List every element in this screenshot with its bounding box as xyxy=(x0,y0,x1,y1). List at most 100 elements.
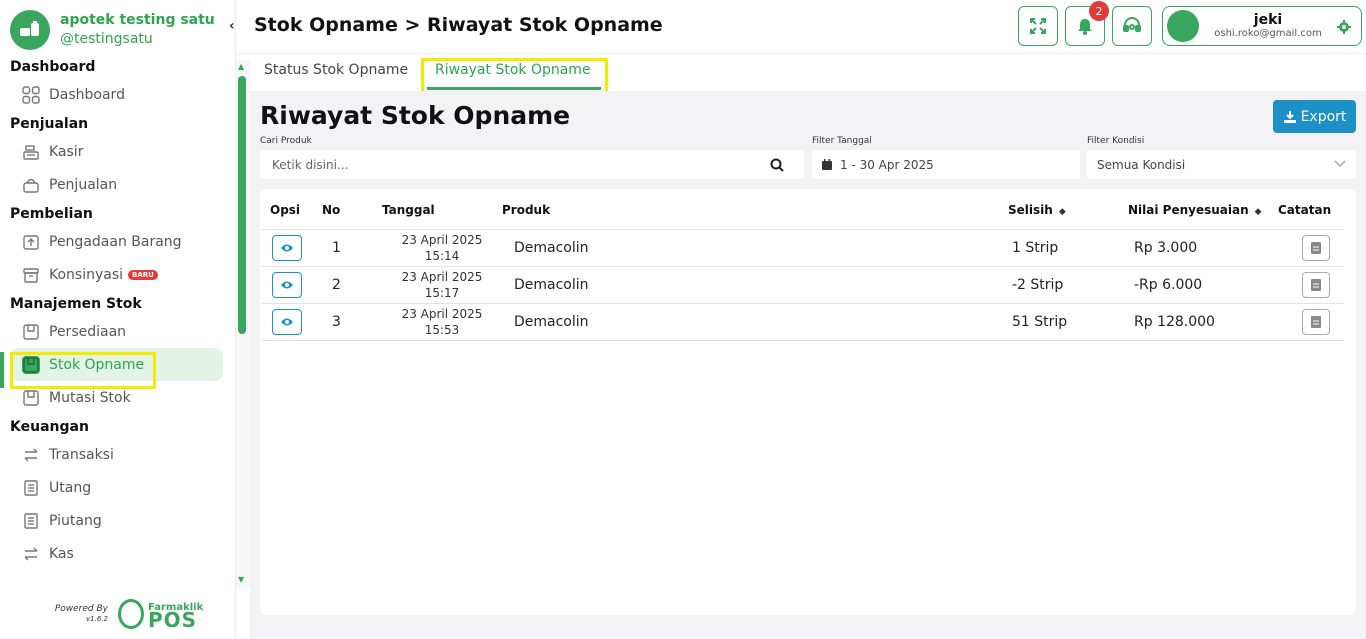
sort-icon[interactable]: ◆ xyxy=(1255,207,1262,217)
package-icon xyxy=(22,323,40,341)
user-menu[interactable]: jeki oshi.roko@gmail.com xyxy=(1162,6,1362,46)
eye-icon xyxy=(281,318,293,325)
sidebar-item-label: Persediaan xyxy=(49,323,127,340)
gear-icon[interactable] xyxy=(1337,19,1351,38)
highlight-box-sidebar xyxy=(10,352,156,389)
history-table-card: Opsi No Tanggal Produk Selisih ◆ Nilai Pe… xyxy=(260,189,1356,615)
col-nilai-penyesuaian: Nilai Penyesuaian xyxy=(1128,202,1249,217)
sort-icon[interactable]: ◆ xyxy=(1059,207,1066,217)
active-indicator xyxy=(0,352,4,388)
row-product: Demacolin xyxy=(502,266,1008,304)
scroll-up-arrow-icon[interactable]: ▲ xyxy=(238,62,244,71)
note-button[interactable] xyxy=(1302,271,1330,298)
section-keuangan: Keuangan xyxy=(10,419,89,435)
sidebar-item-dashboard[interactable]: Dashboard xyxy=(0,78,236,111)
sidebar-item-penjualan[interactable]: Penjualan xyxy=(0,168,236,201)
table-row: 1 23 April 2025 15:14 Demacolin 1 Strip R… xyxy=(262,229,1344,267)
row-diff: 51 Strip xyxy=(1008,303,1128,341)
condition-select-value: Semua Kondisi xyxy=(1097,157,1186,172)
product-search-field[interactable]: Ketik disini... xyxy=(260,150,804,179)
scroll-down-arrow-icon[interactable]: ▼ xyxy=(238,575,244,584)
date-filter-value: 1 - 30 Apr 2025 xyxy=(840,157,934,172)
sidebar-item-label: Kasir xyxy=(49,143,84,160)
row-diff: 1 Strip xyxy=(1008,229,1128,267)
view-detail-button[interactable] xyxy=(272,271,302,298)
package-icon xyxy=(22,389,40,407)
sidebar-item-label: Pengadaan Barang xyxy=(49,233,182,250)
sidebar-item-kasir[interactable]: Kasir xyxy=(0,135,236,168)
farmaklik-logo: Farmaklik POS xyxy=(118,599,203,632)
export-label: Export xyxy=(1300,108,1347,125)
page-title: Stok Opname > Riwayat Stok Opname xyxy=(254,14,663,36)
condition-select[interactable]: Semua Kondisi xyxy=(1087,150,1356,179)
collapse-sidebar-icon[interactable]: ‹ xyxy=(229,18,235,34)
sidebar-item-utang[interactable]: Utang xyxy=(0,471,236,504)
tab-status-stok-opname[interactable]: Status Stok Opname xyxy=(264,62,408,78)
row-product: Demacolin xyxy=(502,229,1008,267)
row-value: Rp 3.000 xyxy=(1128,229,1278,267)
powered-by: Powered By v1.6.2 xyxy=(50,604,108,624)
search-icon[interactable] xyxy=(770,158,784,172)
sidebar-item-label: Piutang xyxy=(49,512,102,529)
sidebar-scroll-thumb[interactable] xyxy=(238,76,246,334)
history-table: Opsi No Tanggal Produk Selisih ◆ Nilai Pe… xyxy=(262,189,1344,341)
note-button[interactable] xyxy=(1302,234,1330,261)
store-handle: @testingsatu xyxy=(60,31,153,47)
row-date: 23 April 2025 xyxy=(401,232,483,247)
highlight-box-tab xyxy=(421,58,608,94)
col-selisih: Selisih xyxy=(1008,202,1053,217)
sidebar-item-pengadaan-barang[interactable]: Pengadaan Barang xyxy=(0,225,236,258)
col-nilai-header[interactable]: Nilai Penyesuaian ◆ xyxy=(1128,189,1278,230)
export-button[interactable]: Export xyxy=(1273,100,1356,133)
row-value: -Rp 6.000 xyxy=(1128,266,1278,304)
basket-icon xyxy=(22,176,40,194)
row-no: 2 xyxy=(322,266,382,304)
archive-icon xyxy=(22,266,40,284)
sidebar-item-persediaan[interactable]: Persediaan xyxy=(0,315,236,348)
support-button[interactable] xyxy=(1112,6,1152,46)
row-product: Demacolin xyxy=(502,303,1008,341)
row-time: 15:17 xyxy=(424,285,460,300)
fullscreen-button[interactable] xyxy=(1018,6,1058,46)
box-upload-icon xyxy=(22,233,40,251)
avatar xyxy=(1167,10,1199,42)
grid-icon xyxy=(22,85,40,104)
sidebar-item-label: Penjualan xyxy=(49,176,118,193)
sidebar-item-konsinyasi[interactable]: Konsinyasi BARU xyxy=(0,258,236,291)
table-row: 2 23 April 2025 15:17 Demacolin -2 Strip … xyxy=(262,266,1344,304)
product-search-placeholder: Ketik disini... xyxy=(272,157,349,172)
sidebar-item-transaksi[interactable]: Transaksi xyxy=(0,438,236,471)
view-detail-button[interactable] xyxy=(272,308,302,335)
row-no: 1 xyxy=(322,229,382,267)
date-filter-field[interactable]: 1 - 30 Apr 2025 xyxy=(812,150,1080,179)
col-produk: Produk xyxy=(502,189,1008,230)
cash-register-icon xyxy=(22,143,40,161)
sidebar-item-label: Transaksi xyxy=(49,446,114,463)
sidebar-item-kas[interactable]: Kas xyxy=(0,537,236,570)
col-catatan: Catatan xyxy=(1278,189,1344,230)
bell-icon xyxy=(1078,19,1092,35)
product-filter-label: Cari Produk xyxy=(260,136,312,146)
date-filter-label: Filter Tanggal xyxy=(812,136,872,146)
note-button[interactable] xyxy=(1302,308,1330,335)
row-time: 15:53 xyxy=(424,322,460,337)
main-content: Riwayat Stok Opname Export Cari Produk K… xyxy=(250,91,1366,639)
logo-bottom-text: POS xyxy=(148,608,198,632)
store-name: apotek testing satu xyxy=(60,12,215,28)
brand: apotek testing satu @testingsatu xyxy=(10,10,215,50)
headset-icon xyxy=(1123,17,1141,32)
row-date: 23 April 2025 xyxy=(401,269,483,284)
eye-icon xyxy=(281,244,293,251)
col-selisih-header[interactable]: Selisih ◆ xyxy=(1008,189,1128,230)
user-name: jeki xyxy=(1253,12,1283,28)
section-title: Riwayat Stok Opname xyxy=(260,101,571,130)
view-detail-button[interactable] xyxy=(272,234,302,261)
tab-bar: Status Stok Opname Riwayat Stok Opname xyxy=(250,54,1366,91)
notebook-icon xyxy=(1311,315,1321,328)
sidebar-item-piutang[interactable]: Piutang xyxy=(0,504,236,537)
farmaklik-logo-icon xyxy=(118,599,144,629)
user-email: oshi.roko@gmail.com xyxy=(1214,28,1322,39)
new-badge: BARU xyxy=(128,269,158,280)
download-icon xyxy=(1283,110,1296,123)
eye-icon xyxy=(281,281,293,288)
